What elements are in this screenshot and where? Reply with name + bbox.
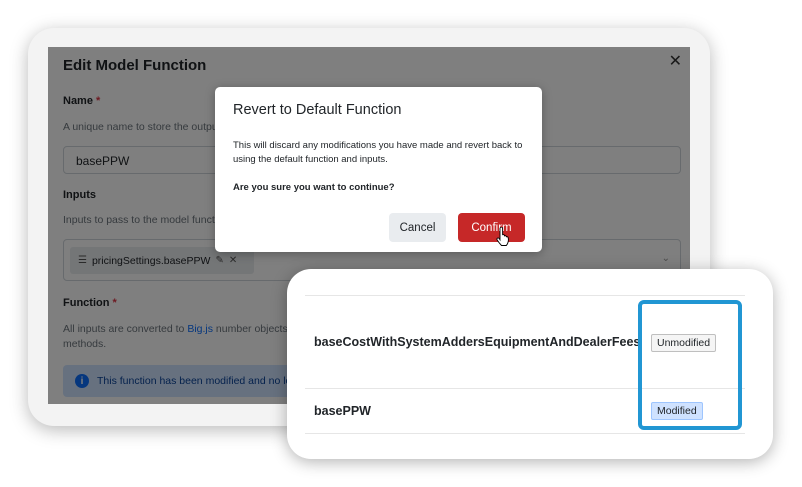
- zoom-panel: baseCostWithSystemAddersEquipmentAndDeal…: [287, 269, 773, 459]
- row-divider: [305, 295, 745, 296]
- dialog-title: Revert to Default Function: [233, 102, 402, 118]
- hand-cursor-icon: [496, 227, 509, 246]
- table-row-name: basePPW: [314, 404, 371, 418]
- highlight-box: [638, 300, 742, 430]
- table-row-name: baseCostWithSystemAddersEquipmentAndDeal…: [314, 335, 641, 349]
- dialog-question: Are you sure you want to continue?: [233, 182, 395, 193]
- confirm-button[interactable]: Confirm: [458, 213, 525, 242]
- dialog-body: This will discard any modifications you …: [233, 140, 523, 165]
- row-divider: [305, 433, 745, 434]
- cancel-button[interactable]: Cancel: [389, 213, 446, 242]
- revert-dialog: Revert to Default Function This will dis…: [215, 87, 542, 252]
